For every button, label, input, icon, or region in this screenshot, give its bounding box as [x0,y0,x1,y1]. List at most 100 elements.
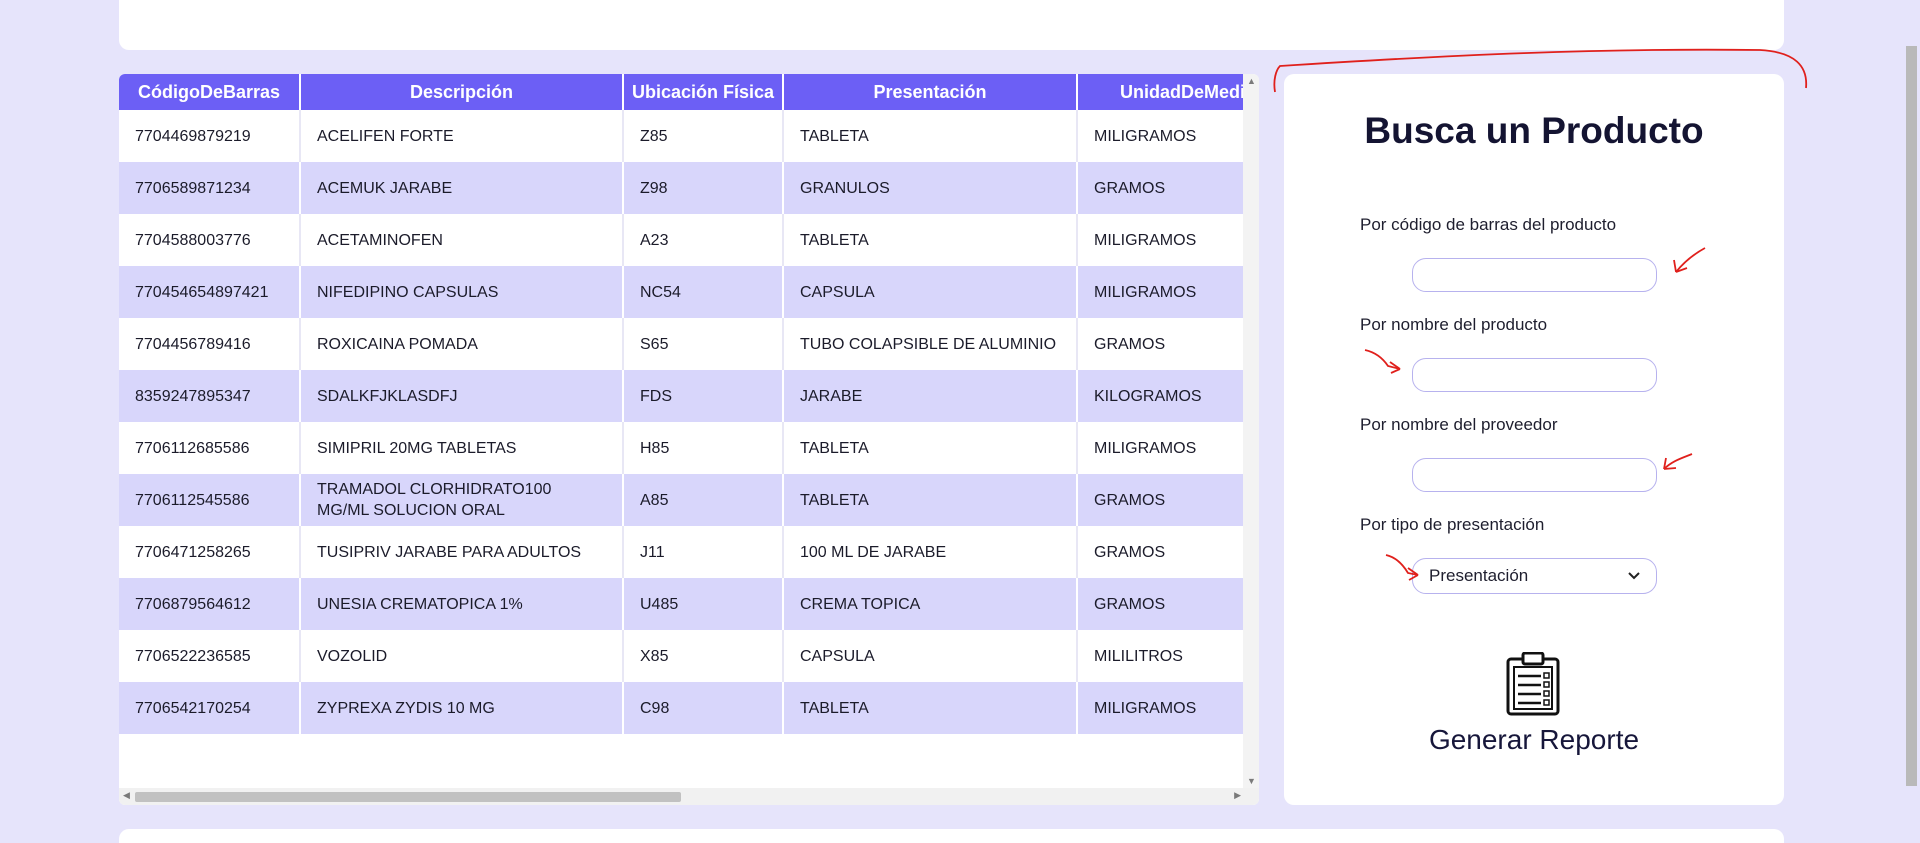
cell-description: ROXICAINA POMADA [300,318,624,370]
cell-barcode: 8359247895347 [119,370,301,422]
table-row[interactable]: 7706471258265 TUSIPRIV JARABE PARA ADULT… [119,526,1243,578]
cell-description: ACETAMINOFEN [300,214,624,266]
cell-presentation: GRANULOS [783,162,1078,214]
table-row[interactable]: 7706589871234 ACEMUK JARABE Z98 GRANULOS… [119,162,1243,214]
cell-unit: MILILITROS [1077,630,1243,682]
cell-description: VOZOLID [300,630,624,682]
cell-barcode: 770454654897421 [119,266,301,318]
presentation-select[interactable]: Presentación [1412,558,1657,594]
cell-description: ZYPREXA ZYDIS 10 MG [300,682,624,734]
column-header-barcode[interactable]: CódigoDeBarras [119,74,301,110]
column-header-description[interactable]: Descripción [300,74,624,110]
products-table-panel: CódigoDeBarras Descripción Ubicación Fís… [119,74,1259,805]
bottom-card [119,829,1784,843]
scroll-arrow-left-icon[interactable]: ◀ [123,790,130,801]
cell-barcode: 7706879564612 [119,578,301,630]
cell-unit: GRAMOS [1077,526,1243,578]
table-horizontal-scrollbar[interactable]: ◀ ▶ [119,788,1259,805]
cell-description: ACELIFEN FORTE [300,110,624,162]
cell-location: Z98 [623,162,784,214]
table-viewport: CódigoDeBarras Descripción Ubicación Fís… [119,74,1243,788]
cell-barcode: 7706471258265 [119,526,301,578]
cell-presentation: TABLETA [783,214,1078,266]
generate-report-button[interactable]: Generar Reporte [1284,724,1784,756]
search-title: Busca un Producto [1364,110,1704,151]
cell-description: NIFEDIPINO CAPSULAS [300,266,624,318]
products-table: CódigoDeBarras Descripción Ubicación Fís… [119,74,1243,734]
cell-description: TRAMADOL CLORHIDRATO100 MG/ML SOLUCION O… [300,474,624,526]
cell-presentation: TABLETA [783,110,1078,162]
table-row[interactable]: 770454654897421 NIFEDIPINO CAPSULAS NC54… [119,266,1243,318]
cell-barcode: 7704456789416 [119,318,301,370]
clipboard-report-icon[interactable] [1505,652,1561,716]
table-row[interactable]: 8359247895347 SDALKFJKLASDFJ FDS JARABE … [119,370,1243,422]
top-card [119,0,1784,50]
cell-barcode: 7706112545586 [119,474,301,526]
cell-presentation: TABLETA [783,422,1078,474]
table-row[interactable]: 7704456789416 ROXICAINA POMADA S65 TUBO … [119,318,1243,370]
table-row[interactable]: 7706542170254 ZYPREXA ZYDIS 10 MG C98 TA… [119,682,1243,734]
cell-location: Z85 [623,110,784,162]
cell-description: SIMIPRIL 20MG TABLETAS [300,422,624,474]
cell-location: S65 [623,318,784,370]
table-row[interactable]: 7706112685586 SIMIPRIL 20MG TABLETAS H85… [119,422,1243,474]
scroll-arrow-up-icon[interactable]: ▲ [1247,76,1256,86]
presentation-label: Por tipo de presentación [1360,515,1545,534]
cell-unit: MILIGRAMOS [1077,682,1243,734]
cell-unit: MILIGRAMOS [1077,422,1243,474]
cell-presentation: CREMA TOPICA [783,578,1078,630]
cell-unit: GRAMOS [1077,318,1243,370]
column-header-location[interactable]: Ubicación Física [623,74,784,110]
cell-description: SDALKFJKLASDFJ [300,370,624,422]
cell-location: C98 [623,682,784,734]
cell-location: A85 [623,474,784,526]
cell-unit: GRAMOS [1077,474,1243,526]
scroll-arrow-right-icon[interactable]: ▶ [1234,790,1241,801]
table-row[interactable]: 7706522236585 VOZOLID X85 CAPSULA MILILI… [119,630,1243,682]
cell-location: FDS [623,370,784,422]
cell-unit: MILIGRAMOS [1077,266,1243,318]
column-header-presentation[interactable]: Presentación [783,74,1078,110]
product-name-label: Por nombre del producto [1360,315,1548,334]
barcode-input[interactable] [1412,258,1657,292]
cell-unit: MILIGRAMOS [1077,110,1243,162]
product-name-input[interactable] [1412,358,1657,392]
provider-name-input[interactable] [1412,458,1657,492]
select-chevron-icon [1628,572,1640,580]
barcode-label: Por código de barras del producto [1360,215,1617,234]
table-row[interactable]: 7706112545586 TRAMADOL CLORHIDRATO100 MG… [119,474,1243,526]
cell-location: H85 [623,422,784,474]
cell-location: NC54 [623,266,784,318]
cell-location: U485 [623,578,784,630]
table-row[interactable]: 7706879564612 UNESIA CREMATOPICA 1% U485… [119,578,1243,630]
page-vertical-scrollbar[interactable] [1903,0,1920,843]
cell-unit: KILOGRAMOS [1077,370,1243,422]
cell-location: X85 [623,630,784,682]
cell-presentation: TUBO COLAPSIBLE DE ALUMINIO [783,318,1078,370]
cell-barcode: 7706112685586 [119,422,301,474]
cell-presentation: 100 ML DE JARABE [783,526,1078,578]
cell-description: TUSIPRIV JARABE PARA ADULTOS [300,526,624,578]
cell-description: ACEMUK JARABE [300,162,624,214]
horizontal-scroll-thumb[interactable] [135,792,681,802]
cell-barcode: 7704588003776 [119,214,301,266]
search-panel: Busca un Producto Por código de barras d… [1284,74,1784,805]
cell-unit: GRAMOS [1077,162,1243,214]
cell-presentation: TABLETA [783,474,1078,526]
column-header-unit[interactable]: UnidadDeMedida [1077,74,1243,110]
cell-barcode: 7706542170254 [119,682,301,734]
presentation-select-value: Presentación [1429,566,1529,585]
table-vertical-scrollbar[interactable]: ▲ ▼ [1243,74,1259,788]
cell-barcode: 7704469879219 [119,110,301,162]
table-row[interactable]: 7704469879219 ACELIFEN FORTE Z85 TABLETA… [119,110,1243,162]
table-row[interactable]: 7704588003776 ACETAMINOFEN A23 TABLETA M… [119,214,1243,266]
scroll-arrow-down-icon[interactable]: ▼ [1247,776,1256,786]
cell-unit: MILIGRAMOS [1077,214,1243,266]
cell-presentation: TABLETA [783,682,1078,734]
cell-location: J11 [623,526,784,578]
page-scroll-thumb[interactable] [1906,46,1917,786]
cell-presentation: CAPSULA [783,630,1078,682]
cell-barcode: 7706522236585 [119,630,301,682]
cell-presentation: JARABE [783,370,1078,422]
cell-presentation: CAPSULA [783,266,1078,318]
